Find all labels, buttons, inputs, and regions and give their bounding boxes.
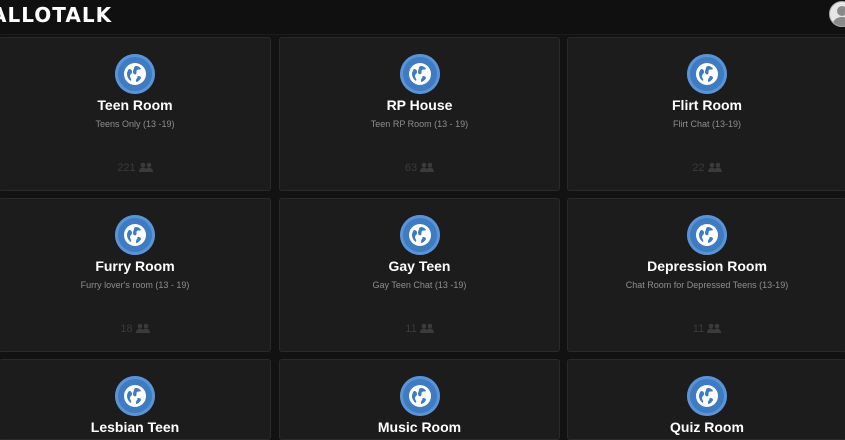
room-user-count: 11 [568, 323, 845, 336]
room-card-gay-teen[interactable]: Gay Teen Gay Teen Chat (13 -19) 11 [279, 198, 560, 352]
room-card-furry-room[interactable]: Furry Room Furry lover's room (13 - 19) … [0, 198, 271, 352]
globe-icon [115, 54, 155, 94]
globe-icon [687, 215, 727, 255]
room-name: Teen Room [97, 97, 173, 113]
globe-icon [399, 54, 440, 94]
room-card-rp-house[interactable]: RP House Teen RP Room (13 - 19) 63 [279, 37, 560, 191]
user-count-value: 11 [692, 323, 705, 335]
room-name: Furry Room [95, 258, 175, 274]
room-description: Teen RP Room (13 - 19) [370, 119, 469, 129]
room-card-depression-room[interactable]: Depression Room Chat Room for Depressed … [567, 198, 845, 352]
room-name: Depression Room [647, 258, 767, 274]
users-icon [419, 323, 434, 333]
avatar-head [837, 6, 845, 16]
avatar-icon[interactable] [829, 1, 845, 27]
room-user-count: 63 [280, 162, 559, 175]
globe-icon [115, 376, 155, 416]
users-icon [707, 162, 722, 172]
room-name: Flirt Room [672, 97, 742, 113]
room-name: Quiz Room [670, 419, 744, 435]
room-card-music-room[interactable]: Music Room [279, 359, 560, 440]
top-bar: ALLOTALK [0, 0, 845, 35]
globe-icon [115, 215, 155, 255]
room-user-count: 22 [568, 162, 845, 175]
room-card-teen-room[interactable]: Teen Room Teens Only (13 -19) 221 [0, 37, 271, 191]
room-description: Chat Room for Depressed Teens (13-19) [625, 280, 789, 290]
room-name: RP House [386, 97, 453, 113]
users-icon [707, 323, 722, 333]
users-icon [420, 162, 435, 172]
user-count-value: 22 [692, 162, 705, 174]
room-card-quiz-room[interactable]: Quiz Room [567, 359, 845, 440]
user-count-value: 18 [120, 323, 133, 335]
app-logo[interactable]: ALLOTALK [0, 3, 112, 27]
users-icon [138, 162, 153, 172]
room-name: Lesbian Teen [90, 419, 180, 435]
room-description: Flirt Chat (13-19) [672, 119, 742, 129]
room-user-count: 221 [0, 162, 270, 175]
room-description: Gay Teen Chat (13 -19) [372, 280, 467, 290]
globe-icon [687, 54, 727, 94]
user-count-value: 63 [404, 162, 418, 174]
room-card-lesbian-teen[interactable]: Lesbian Teen [0, 359, 271, 440]
globe-icon [687, 376, 727, 416]
users-icon [135, 323, 150, 333]
room-card-flirt-room[interactable]: Flirt Room Flirt Chat (13-19) 22 [567, 37, 845, 191]
avatar-body [833, 17, 845, 26]
globe-icon [399, 215, 440, 255]
room-description: Furry lover's room (13 - 19) [80, 280, 190, 290]
user-count-value: 11 [405, 323, 417, 335]
room-user-count: 18 [0, 323, 270, 336]
globe-icon [399, 376, 440, 416]
room-name: Gay Teen [388, 258, 451, 274]
room-user-count: 11 [280, 323, 559, 336]
room-description: Teens Only (13 -19) [95, 119, 175, 129]
user-count-value: 221 [117, 162, 136, 174]
room-name: Music Room [377, 419, 462, 435]
